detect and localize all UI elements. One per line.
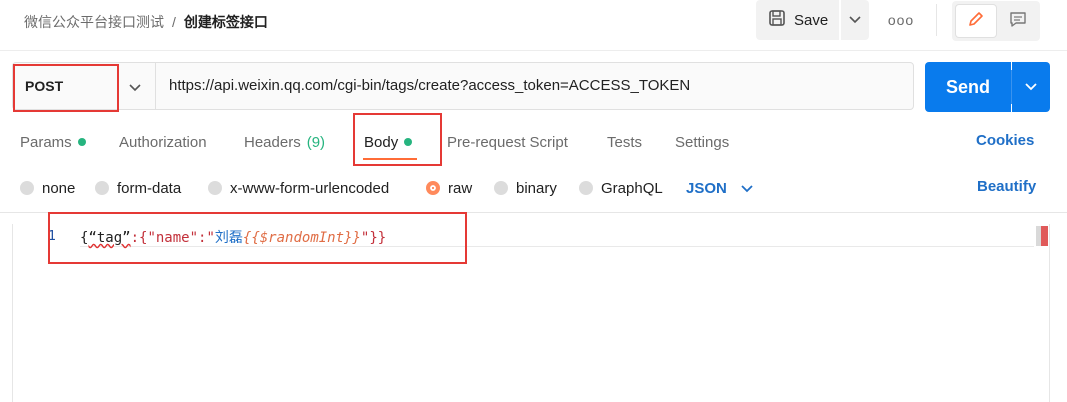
tab-label: Settings (675, 133, 730, 151)
more-options-button[interactable]: ooo (888, 10, 914, 30)
radio-label: none (42, 179, 76, 197)
save-icon (768, 9, 786, 31)
pencil-icon (967, 10, 985, 33)
save-button[interactable]: Save (756, 0, 839, 40)
error-marker (1041, 226, 1048, 246)
chevron-down-icon (741, 180, 753, 197)
breadcrumb: 微信公众平台接口测试 / 创建标签接口 (24, 12, 268, 32)
tab-authorization[interactable]: Authorization (119, 132, 207, 152)
headers-count: (9) (306, 133, 326, 151)
send-button[interactable]: Send (925, 62, 1011, 112)
body-type-binary[interactable]: binary (494, 178, 557, 198)
tab-pre-request-script[interactable]: Pre-request Script (447, 132, 568, 152)
body-type-urlencoded[interactable]: x-www-form-urlencoded (208, 178, 389, 198)
body-type-raw[interactable]: raw (426, 178, 472, 198)
chevron-down-icon (1025, 78, 1037, 96)
header-divider (0, 50, 1067, 51)
tab-settings[interactable]: Settings (675, 132, 729, 152)
chevron-down-icon (849, 11, 861, 29)
radio-icon (208, 181, 222, 195)
request-title[interactable]: 创建标签接口 (184, 12, 268, 32)
annotation-box-code (48, 212, 467, 264)
radio-label: raw (448, 179, 473, 197)
tab-label: Params (20, 133, 72, 151)
request-url-bar: POST https://api.weixin.qq.com/cgi-bin/t… (12, 62, 914, 110)
annotation-box-body-tab (353, 113, 442, 166)
radio-icon (95, 181, 109, 195)
annotation-box-method (13, 64, 119, 112)
body-format-select[interactable]: JSON (686, 178, 753, 198)
tab-params[interactable]: Params (20, 132, 86, 152)
radio-icon (20, 181, 34, 195)
chevron-down-icon (129, 79, 141, 97)
tab-label: Pre-request Script (447, 133, 568, 151)
radio-label: x-www-form-urlencoded (230, 179, 390, 197)
radio-label: form-data (117, 179, 182, 197)
cookies-link[interactable]: Cookies (976, 132, 1034, 149)
breadcrumb-collection[interactable]: 微信公众平台接口测试 (24, 12, 164, 32)
breadcrumb-separator: / (172, 14, 176, 30)
radio-label: GraphQL (601, 179, 663, 197)
radio-icon (494, 181, 508, 195)
comments-button[interactable] (1000, 5, 1036, 37)
save-options-button[interactable] (841, 0, 869, 40)
url-input[interactable]: https://api.weixin.qq.com/cgi-bin/tags/c… (169, 77, 690, 94)
body-type-form-data[interactable]: form-data (95, 178, 181, 198)
more-icon: ooo (887, 12, 915, 28)
radio-label: binary (516, 179, 557, 197)
tab-headers[interactable]: Headers (9) (244, 132, 325, 152)
tab-label: Tests (607, 133, 643, 151)
save-label: Save (794, 11, 829, 29)
tab-label: Headers (244, 133, 301, 151)
comment-icon (1009, 10, 1027, 33)
send-options-button[interactable] (1012, 62, 1050, 112)
format-label: JSON (686, 179, 727, 197)
radio-icon (579, 181, 593, 195)
tab-tests[interactable]: Tests (607, 132, 642, 152)
divider (936, 4, 937, 36)
radio-selected-icon (426, 181, 440, 195)
body-type-none[interactable]: none (20, 178, 75, 198)
status-dot (77, 138, 86, 146)
body-type-graphql[interactable]: GraphQL (579, 178, 663, 198)
divider (155, 63, 156, 109)
view-toggle (952, 1, 1040, 41)
beautify-link[interactable]: Beautify (977, 178, 1036, 195)
edit-mode-button[interactable] (956, 5, 996, 37)
tab-label: Authorization (119, 133, 207, 151)
